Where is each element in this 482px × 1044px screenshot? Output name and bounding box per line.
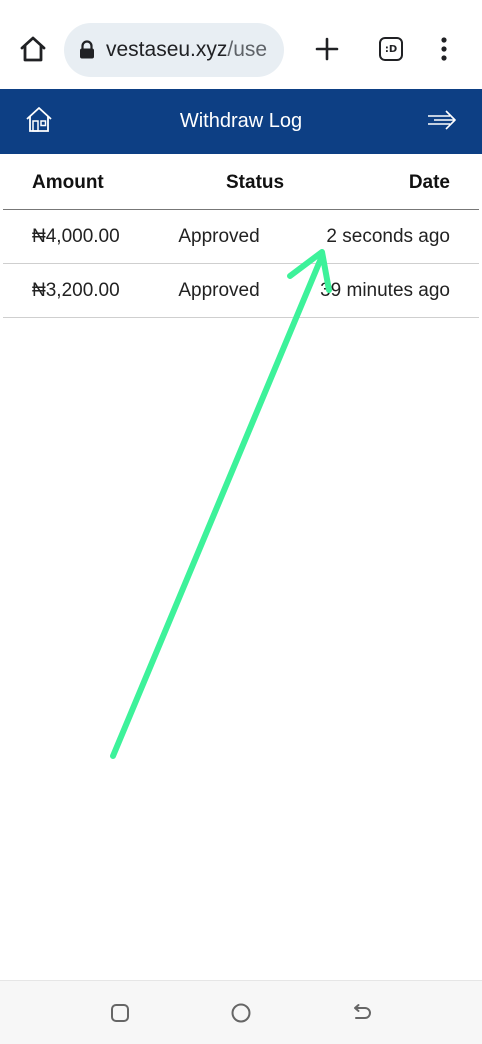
table-row: ₦3,200.00 Approved 39 minutes ago: [3, 264, 479, 318]
table-header: Amount Status Date: [3, 154, 479, 210]
app-header: Withdraw Log: [0, 89, 482, 154]
more-vert-icon[interactable]: [428, 30, 460, 68]
url-path: /use: [227, 38, 268, 61]
tabs-icon[interactable]: :D: [374, 32, 408, 66]
house-icon[interactable]: [22, 103, 56, 137]
table-row: ₦4,000.00 Approved 2 seconds ago: [3, 210, 479, 264]
tabs-badge: :D: [384, 43, 398, 55]
plus-icon[interactable]: [308, 30, 346, 68]
back-icon[interactable]: [350, 1001, 374, 1025]
home-circle-icon[interactable]: [229, 1001, 253, 1025]
column-status: Status: [226, 172, 285, 193]
row-status: Approved: [178, 226, 260, 247]
row-amount: ₦4,000.00: [32, 226, 120, 247]
recents-icon[interactable]: [108, 1001, 132, 1025]
column-date: Date: [408, 172, 450, 193]
row-amount: ₦3,200.00: [32, 280, 120, 301]
address-bar[interactable]: vestaseu.xyz/use: [64, 23, 284, 77]
lock-icon: [78, 40, 96, 60]
home-icon[interactable]: [14, 30, 52, 68]
browser-toolbar: vestaseu.xyz/use :D: [0, 0, 482, 89]
system-nav-bar: [0, 980, 482, 1044]
url-text: vestaseu.xyz/use: [106, 38, 267, 62]
page-title: Withdraw Log: [179, 110, 303, 132]
row-date: 39 minutes ago: [320, 280, 450, 301]
row-date: 2 seconds ago: [326, 226, 450, 247]
logout-arrow-icon[interactable]: [424, 103, 460, 137]
column-amount: Amount: [32, 172, 104, 193]
withdraw-log-table: Amount Status Date ₦4,000.00 Approved 2 …: [3, 154, 479, 318]
url-host: vestaseu.xyz: [106, 38, 228, 61]
row-status: Approved: [178, 280, 260, 301]
